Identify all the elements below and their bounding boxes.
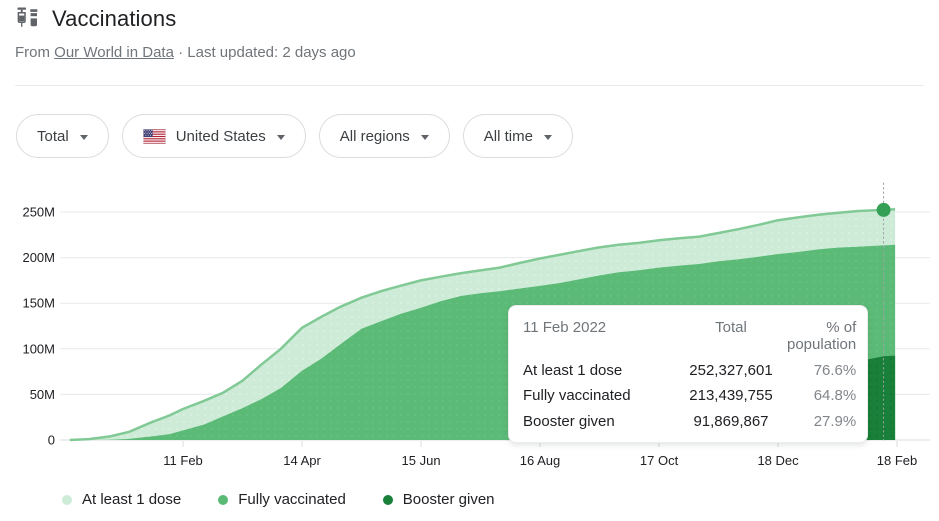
vaccine-syringe-icon (15, 6, 41, 32)
legend-label: Fully vaccinated (238, 491, 346, 508)
tooltip-row-label: Booster given (523, 413, 675, 430)
hover-marker-dot (877, 203, 891, 217)
header: Vaccinations (15, 6, 176, 32)
legend-item-at-least-1-dose: At least 1 dose (62, 491, 181, 508)
x-axis-label: 18 Feb (877, 453, 917, 468)
last-updated-text: · Last updated: 2 days ago (178, 44, 356, 61)
header-divider (15, 85, 924, 86)
legend-label: Booster given (403, 491, 495, 508)
tooltip-row-percent: 64.8% (787, 387, 856, 404)
page-title: Vaccinations (52, 6, 176, 32)
tooltip-row-total: 91,869,867 (675, 413, 787, 430)
legend-item-fully-vaccinated: Fully vaccinated (218, 491, 346, 508)
legend-dot-green (218, 495, 228, 505)
y-axis-label: 100M (22, 341, 55, 356)
metric-dropdown-label: Total (37, 128, 69, 145)
chevron-down-icon (277, 135, 285, 140)
country-dropdown-label: United States (176, 128, 266, 145)
chart-legend: At least 1 dose Fully vaccinated Booster… (62, 491, 495, 508)
tooltip-row-label: At least 1 dose (523, 362, 675, 379)
source-link[interactable]: Our World in Data (54, 44, 174, 61)
legend-label: At least 1 dose (82, 491, 181, 508)
tooltip-row-percent: 76.6% (787, 362, 856, 379)
region-dropdown-label: All regions (340, 128, 410, 145)
tooltip-col-percent: % of population (787, 319, 856, 353)
y-axis-label: 150M (22, 296, 55, 311)
chevron-down-icon (544, 135, 552, 140)
y-axis-label: 250M (22, 205, 55, 220)
us-flag-icon (143, 129, 166, 144)
tooltip-row-percent: 27.9% (787, 413, 856, 430)
x-axis-label: 18 Dec (757, 453, 799, 468)
filter-bar: Total (16, 114, 573, 158)
legend-dot-dark-green (383, 495, 393, 505)
country-dropdown[interactable]: United States (122, 114, 306, 158)
source-prefix: From (15, 44, 50, 61)
tooltip-row-total: 252,327,601 (675, 362, 787, 379)
y-axis-label: 200M (22, 250, 55, 265)
tooltip-col-total: Total (675, 319, 787, 353)
tooltip-row-label: Fully vaccinated (523, 387, 675, 404)
time-dropdown-label: All time (484, 128, 533, 145)
x-axis-label: 11 Feb (163, 453, 203, 468)
chevron-down-icon (80, 135, 88, 140)
source-line: From Our World in Data · Last updated: 2… (15, 44, 356, 61)
vaccinations-widget: 0 50M 100M 150M 200M 250M 11 Feb 14 Apr 15 Jun 16… (0, 0, 939, 521)
x-axis-label: 15 Jun (402, 453, 441, 468)
chevron-down-icon (421, 135, 429, 140)
y-axis-label: 50M (30, 387, 55, 402)
legend-item-booster-given: Booster given (383, 491, 495, 508)
chart-tooltip: 11 Feb 2022 Total % of population At lea… (508, 305, 868, 443)
time-dropdown[interactable]: All time (463, 114, 573, 158)
legend-dot-light-green (62, 495, 72, 505)
tooltip-row-total: 213,439,755 (675, 387, 787, 404)
tooltip-date: 11 Feb 2022 (523, 319, 675, 353)
metric-dropdown[interactable]: Total (16, 114, 109, 158)
x-axis-label: 16 Aug (520, 453, 561, 468)
x-axis-label: 14 Apr (283, 453, 321, 468)
x-axis-label: 17 Oct (640, 453, 679, 468)
region-dropdown[interactable]: All regions (319, 114, 450, 158)
y-axis-label: 0 (48, 433, 55, 448)
